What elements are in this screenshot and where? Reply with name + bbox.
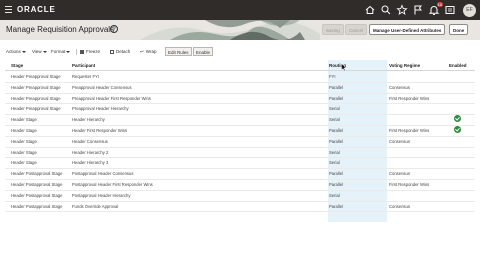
cell-routing: Serial bbox=[329, 149, 340, 155]
cell-stage: Header Stage bbox=[11, 160, 37, 166]
freeze-button[interactable]: Freeze bbox=[80, 48, 100, 56]
wrap-icon: ↩ bbox=[140, 49, 144, 54]
detach-icon bbox=[110, 49, 114, 54]
cell-voting-regime: First Responder Wins bbox=[389, 128, 430, 133]
cell-stage: Header Stage bbox=[11, 117, 37, 123]
notification-badge: 10 bbox=[436, 2, 443, 7]
cell-stage: Header Preapproval Stage bbox=[11, 74, 61, 79]
help-icon[interactable]: ? bbox=[110, 25, 118, 33]
cell-participant: Header Consensus bbox=[72, 138, 108, 144]
global-header: ORACLE 10 EF bbox=[0, 0, 480, 20]
cell-stage: Header Postapproval Stage bbox=[11, 203, 63, 209]
cell-routing: Parallel bbox=[329, 84, 343, 90]
column-header-voting-regime[interactable]: Voting Regime bbox=[389, 63, 420, 68]
cell-participant: Header First Responder Wins bbox=[72, 128, 128, 133]
format-menu[interactable]: Format bbox=[51, 48, 71, 56]
chevron-down-icon bbox=[21, 50, 26, 53]
toolbar-divider bbox=[76, 49, 77, 55]
edit-rules-button[interactable]: Edit Rules bbox=[165, 47, 192, 56]
cell-stage: Header Postapproval Stage bbox=[11, 171, 63, 177]
column-header-participant[interactable]: Participant bbox=[72, 63, 95, 68]
cell-voting-regime: Consensus bbox=[389, 84, 410, 90]
wrap-label: Wrap bbox=[145, 49, 157, 54]
cell-stage: Header Postapproval Stage bbox=[11, 182, 63, 187]
wrap-button[interactable]: ↩ Wrap bbox=[140, 48, 156, 56]
apps-icon[interactable] bbox=[444, 4, 456, 16]
mouse-cursor-icon bbox=[341, 63, 347, 71]
cell-routing: Serial bbox=[329, 160, 340, 166]
enabled-check-icon bbox=[454, 126, 461, 133]
cell-routing: Parallel bbox=[329, 182, 343, 187]
table-header: Stage Participant Routing Voting Regime … bbox=[5, 60, 475, 71]
detach-label: Detach bbox=[116, 49, 131, 54]
chevron-down-icon bbox=[42, 50, 47, 53]
view-menu[interactable]: View bbox=[32, 48, 47, 56]
saving-button: Saving bbox=[322, 24, 344, 35]
cell-participant: Preapproval Header Hierarchy bbox=[72, 106, 129, 112]
done-button[interactable]: Done bbox=[449, 24, 469, 35]
actions-menu[interactable]: Actions bbox=[6, 48, 26, 56]
cell-participant: Header Hierarchy 3 bbox=[72, 160, 109, 166]
freeze-icon bbox=[80, 49, 84, 54]
avatar[interactable]: EF bbox=[463, 3, 476, 17]
cell-routing: Parallel bbox=[329, 128, 343, 133]
enabled-check-icon bbox=[454, 115, 461, 123]
cell-participant: Postapproval Header Consensus bbox=[72, 171, 134, 177]
column-header-enabled[interactable]: Enabled bbox=[449, 63, 467, 68]
cell-routing: FYI bbox=[329, 74, 336, 79]
page-title: Manage Requisition Approvals bbox=[6, 25, 115, 34]
oracle-logo[interactable]: ORACLE bbox=[17, 5, 56, 14]
chevron-down-icon bbox=[66, 50, 71, 53]
cell-participant: Header Hierarchy 2 bbox=[72, 149, 109, 155]
flag-icon[interactable] bbox=[412, 4, 424, 16]
detach-button[interactable]: Detach bbox=[110, 48, 130, 56]
cell-participant: Preapproval Header First Responder Wins bbox=[72, 95, 151, 101]
search-icon[interactable] bbox=[380, 4, 392, 16]
table-row[interactable]: Header Postapproval Stage Funds Override … bbox=[5, 201, 475, 213]
hamburger-menu-icon[interactable] bbox=[5, 6, 12, 13]
cell-stage: Header Preapproval Stage bbox=[11, 95, 61, 101]
cell-routing: Parallel bbox=[329, 95, 343, 101]
cell-voting-regime: Consensus bbox=[389, 171, 410, 177]
cancel-button: Cancel bbox=[345, 24, 368, 35]
cell-participant: Postapproval Header Hierarchy bbox=[72, 192, 131, 198]
cell-voting-regime: Consensus bbox=[389, 203, 410, 209]
cell-stage: Header Postapproval Stage bbox=[11, 192, 63, 198]
notifications-icon[interactable]: 10 bbox=[428, 2, 443, 16]
cell-stage: Header Stage bbox=[11, 149, 37, 155]
page-header: Manage Requisition Approvals ? Saving Ca… bbox=[0, 20, 480, 40]
view-label: View bbox=[32, 49, 42, 54]
cell-routing: Serial bbox=[329, 117, 340, 123]
freeze-label: Freeze bbox=[86, 49, 101, 54]
column-header-stage[interactable]: Stage bbox=[11, 63, 23, 68]
cell-participant: Header Hierarchy bbox=[72, 117, 105, 123]
cell-voting-regime: Consensus bbox=[389, 138, 410, 144]
cell-routing: Serial bbox=[329, 106, 340, 112]
actions-label: Actions bbox=[6, 49, 21, 54]
home-icon[interactable] bbox=[364, 4, 376, 16]
cell-participant: Preapproval Header Consensus bbox=[72, 84, 132, 90]
manage-user-defined-attributes-button[interactable]: Manage User-Defined Attributes bbox=[369, 24, 446, 35]
enable-button[interactable]: Enable bbox=[193, 47, 214, 56]
cell-participant: Requester FYI bbox=[72, 74, 99, 79]
cell-participant: Postapproval Header First Responder Wins bbox=[72, 182, 153, 187]
star-icon[interactable] bbox=[396, 4, 408, 16]
cell-stage: Header Stage bbox=[11, 138, 37, 144]
cell-participant: Funds Override Approval bbox=[72, 203, 119, 209]
cell-stage: Header Preapproval Stage bbox=[11, 106, 61, 112]
cell-routing: Parallel bbox=[329, 171, 343, 177]
cell-stage: Header Preapproval Stage bbox=[11, 84, 61, 90]
cell-voting-regime: First Responder Wins bbox=[389, 182, 430, 187]
table-toolbar: Actions View Format Freeze Detach ↩ Wrap … bbox=[0, 46, 480, 58]
global-icons: 10 EF bbox=[364, 2, 476, 17]
cell-routing: Parallel bbox=[329, 203, 343, 209]
cell-stage: Header Stage bbox=[11, 128, 37, 133]
cell-routing: Parallel bbox=[329, 138, 343, 144]
format-label: Format bbox=[51, 49, 66, 54]
cell-routing: Serial bbox=[329, 192, 340, 198]
cell-voting-regime: First Responder Wins bbox=[389, 95, 430, 101]
